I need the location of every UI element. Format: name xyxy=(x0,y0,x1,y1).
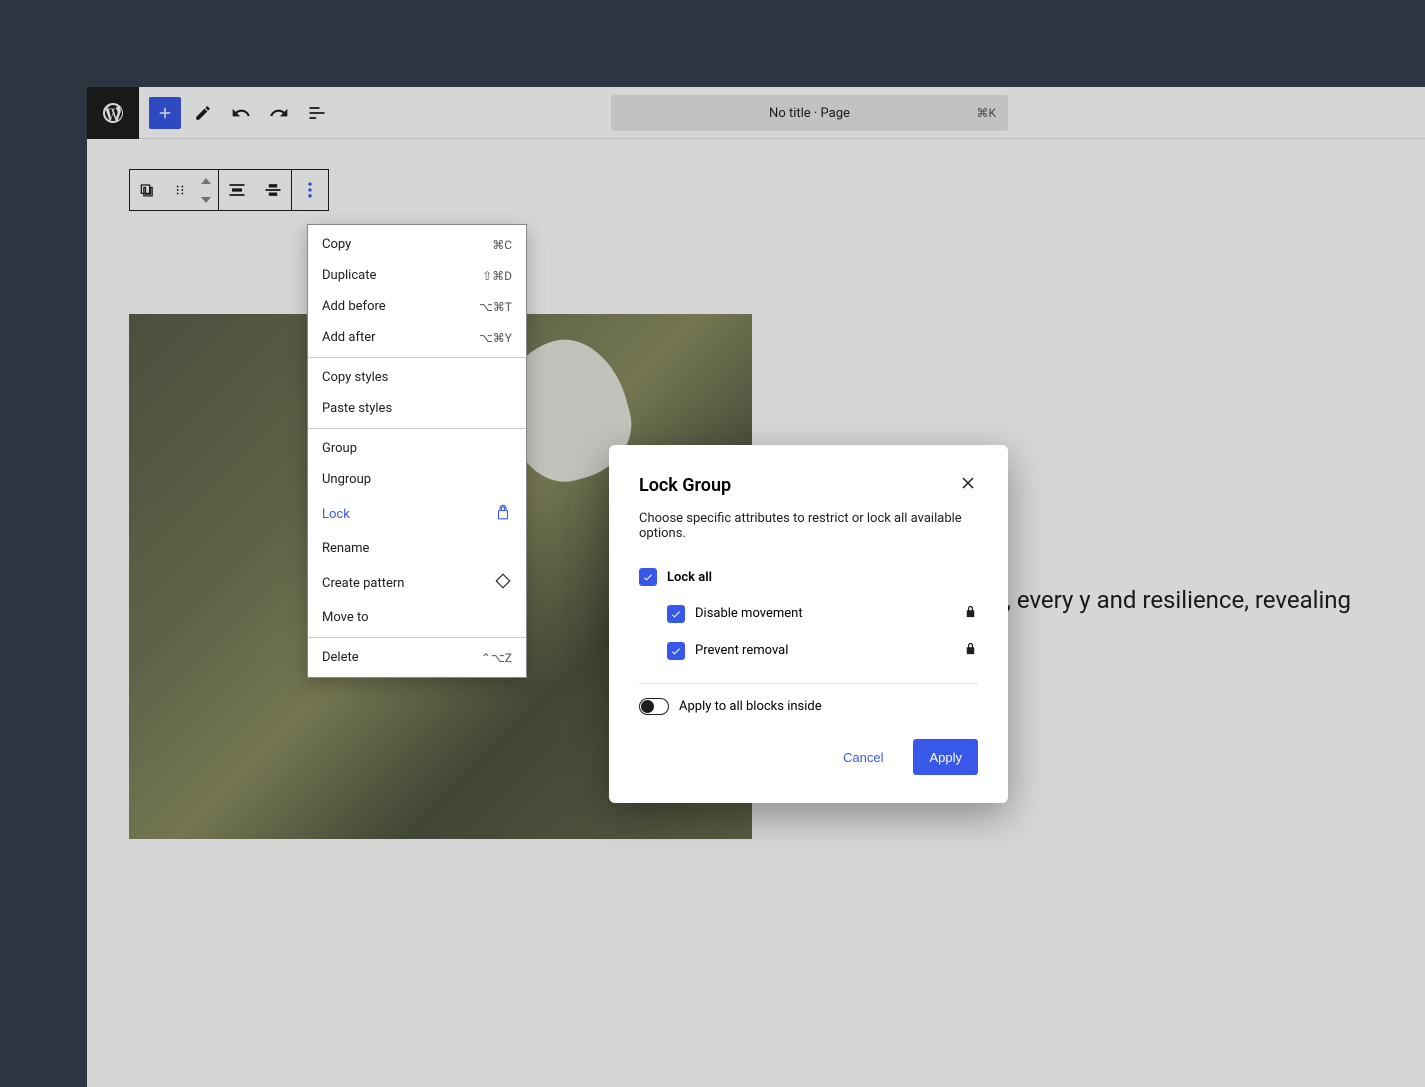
modal-close-button[interactable] xyxy=(958,473,978,497)
disable-movement-checkbox[interactable] xyxy=(667,605,685,623)
menu-item-move-to[interactable]: Move to xyxy=(308,602,526,633)
menu-item-copy[interactable]: Copy ⌘C xyxy=(308,229,526,260)
command-shortcut: ⌘K xyxy=(976,106,996,120)
wordpress-icon xyxy=(101,101,125,125)
lock-all-row[interactable]: Lock all xyxy=(639,559,978,595)
lock-all-label: Lock all xyxy=(667,570,712,585)
modal-divider xyxy=(639,683,978,684)
add-block-button[interactable] xyxy=(149,97,181,129)
group-icon xyxy=(138,180,158,200)
lock-icon xyxy=(494,503,512,525)
redo-button[interactable] xyxy=(263,97,295,129)
block-toolbar xyxy=(129,169,329,211)
more-options-button[interactable] xyxy=(292,170,328,210)
lock-icon xyxy=(963,641,978,660)
disable-movement-row[interactable]: Disable movement xyxy=(639,595,978,632)
lock-group-modal: Lock Group Choose specific attributes to… xyxy=(609,445,1008,803)
document-title: No title · Page xyxy=(769,106,850,121)
drag-icon xyxy=(173,183,187,197)
align-center-icon xyxy=(263,180,283,200)
lock-icon xyxy=(963,604,978,623)
redo-icon xyxy=(269,103,289,123)
wordpress-logo[interactable] xyxy=(87,87,139,139)
menu-item-add-before[interactable]: Add before ⌥⌘T xyxy=(308,291,526,322)
move-buttons xyxy=(194,172,218,208)
checkmark-icon xyxy=(642,571,654,583)
lock-all-checkbox[interactable] xyxy=(639,568,657,586)
menu-item-delete[interactable]: Delete ⌃⌥Z xyxy=(308,642,526,673)
editor-canvas: n unexpected places, every y and resilie… xyxy=(87,139,1425,199)
prevent-removal-row[interactable]: Prevent removal xyxy=(639,632,978,669)
block-options-dropdown: Copy ⌘C Duplicate ⇧⌘D Add before ⌥⌘T Add… xyxy=(307,224,527,678)
menu-item-create-pattern[interactable]: Create pattern xyxy=(308,564,526,602)
prevent-removal-label: Prevent removal xyxy=(695,643,788,658)
menu-item-group[interactable]: Group xyxy=(308,433,526,464)
apply-button[interactable]: Apply xyxy=(913,739,978,775)
undo-icon xyxy=(231,103,251,123)
cancel-button[interactable]: Cancel xyxy=(827,739,899,775)
list-view-icon xyxy=(307,103,327,123)
menu-item-paste-styles[interactable]: Paste styles xyxy=(308,393,526,424)
modal-title: Lock Group xyxy=(639,475,731,496)
list-view-button[interactable] xyxy=(301,97,333,129)
move-up-button[interactable] xyxy=(194,172,218,190)
menu-item-rename[interactable]: Rename xyxy=(308,533,526,564)
menu-item-copy-styles[interactable]: Copy styles xyxy=(308,362,526,393)
apply-inside-row[interactable]: Apply to all blocks inside xyxy=(639,698,978,715)
undo-button[interactable] xyxy=(225,97,257,129)
prevent-removal-checkbox[interactable] xyxy=(667,642,685,660)
chevron-up-icon xyxy=(201,178,211,185)
toolbar-left-group xyxy=(139,97,333,129)
menu-item-duplicate[interactable]: Duplicate ⇧⌘D xyxy=(308,260,526,291)
disable-movement-label: Disable movement xyxy=(695,606,803,621)
block-type-button[interactable] xyxy=(130,170,166,210)
top-toolbar: No title · Page ⌘K xyxy=(87,87,1425,139)
pencil-icon xyxy=(194,104,212,122)
drag-handle[interactable] xyxy=(166,170,194,210)
align-button-1[interactable] xyxy=(219,170,255,210)
menu-item-add-after[interactable]: Add after ⌥⌘Y xyxy=(308,322,526,353)
document-title-bar[interactable]: No title · Page ⌘K xyxy=(611,95,1008,131)
move-down-button[interactable] xyxy=(194,190,218,208)
align-button-2[interactable] xyxy=(255,170,291,210)
menu-item-lock[interactable]: Lock xyxy=(308,495,526,533)
modal-description: Choose specific attributes to restrict o… xyxy=(639,511,978,541)
close-icon xyxy=(958,473,978,493)
more-vertical-icon xyxy=(300,180,320,200)
menu-item-ungroup[interactable]: Ungroup xyxy=(308,464,526,495)
apply-inside-toggle[interactable] xyxy=(639,698,669,715)
chevron-down-icon xyxy=(201,196,211,203)
apply-inside-label: Apply to all blocks inside xyxy=(679,699,822,714)
checkmark-icon xyxy=(670,608,682,620)
align-full-icon xyxy=(227,180,247,200)
diamond-icon xyxy=(494,572,512,594)
checkmark-icon xyxy=(670,645,682,657)
plus-icon xyxy=(156,104,174,122)
edit-mode-button[interactable] xyxy=(187,97,219,129)
